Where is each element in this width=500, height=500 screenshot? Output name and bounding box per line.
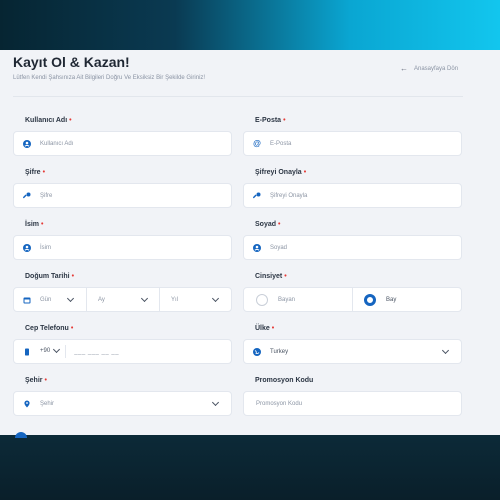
- city-value: Şehir: [40, 400, 55, 407]
- password-label: Şifre •: [25, 169, 46, 176]
- user-icon: [23, 139, 31, 148]
- chevron-down-icon: [441, 346, 450, 354]
- map-pin-icon: [23, 400, 31, 408]
- gender-male-option[interactable]: Bay: [353, 288, 461, 311]
- password-confirm-field[interactable]: Şifreyi Onayla: [243, 183, 462, 208]
- city-select[interactable]: Şehir: [13, 391, 232, 416]
- promo-code-label: Promosyon Kodu: [255, 377, 314, 384]
- arrow-left-icon: ←: [400, 64, 408, 73]
- gender-female-option[interactable]: Bayan: [244, 288, 353, 311]
- background-top: [0, 0, 500, 50]
- chevron-down-icon: [53, 346, 61, 354]
- partial-radio-icon: [15, 432, 27, 438]
- globe-icon: [253, 347, 261, 356]
- key-icon: [23, 192, 31, 200]
- phone-field: +90 ___ ___ __ __: [13, 339, 232, 364]
- email-input[interactable]: E-Posta: [270, 141, 291, 147]
- birth-day-select[interactable]: Gün: [14, 288, 87, 311]
- calendar-icon: [23, 296, 31, 304]
- last-name-field[interactable]: Soyad: [243, 235, 462, 260]
- user-icon: [253, 243, 261, 252]
- password-confirm-input[interactable]: Şifreyi Onayla: [270, 193, 307, 199]
- first-name-input[interactable]: İsim: [40, 245, 51, 251]
- chevron-down-icon: [211, 398, 220, 406]
- phone-label: Cep Telefonu •: [25, 325, 74, 332]
- phone-icon: [23, 348, 31, 356]
- birth-year-select[interactable]: Yıl: [160, 288, 231, 311]
- birth-year-value: Yıl: [171, 296, 179, 303]
- page-subtitle: Lütfen Kendi Şahsınıza Ait Bilgileri Doğ…: [13, 75, 206, 81]
- promo-code-input[interactable]: Promosyon Kodu: [256, 401, 302, 407]
- email-field[interactable]: @ E-Posta: [243, 131, 462, 156]
- city-label: Şehir •: [25, 377, 47, 384]
- country-select[interactable]: Turkey: [243, 339, 462, 364]
- back-to-home-link[interactable]: ← Anasayfaya Dön: [400, 64, 458, 73]
- gender-female-radio[interactable]: [256, 293, 268, 306]
- user-icon: [23, 243, 31, 252]
- header-divider: [13, 96, 463, 97]
- phone-input[interactable]: ___ ___ __ __: [74, 349, 119, 355]
- birth-date-field: Gün Ay Yıl: [13, 287, 232, 312]
- chevron-down-icon: [66, 294, 75, 302]
- key-icon: [253, 192, 261, 200]
- gender-field: Bayan Bay: [243, 287, 462, 312]
- registration-panel: Kayıt Ol & Kazan! Lütfen Kendi Şahsınıza…: [0, 50, 500, 435]
- birth-day-value: Gün: [40, 296, 52, 303]
- birth-date-label: Doğum Tarihi •: [25, 273, 75, 280]
- phone-country-code: +90: [40, 348, 51, 355]
- username-field[interactable]: Kullanıcı Adı: [13, 131, 232, 156]
- page-title: Kayıt Ol & Kazan!: [13, 54, 130, 70]
- at-icon: @: [253, 139, 261, 148]
- country-label: Ülke •: [255, 325, 275, 332]
- email-label: E-Posta •: [255, 117, 286, 124]
- back-to-home-label: Anasayfaya Dön: [414, 65, 459, 72]
- gender-male-radio[interactable]: [364, 293, 376, 306]
- phone-country-code-select[interactable]: +90: [40, 344, 67, 359]
- birth-month-value: Ay: [98, 296, 105, 303]
- birth-month-select[interactable]: Ay: [87, 288, 160, 311]
- country-value: Turkey: [270, 348, 289, 355]
- chevron-down-icon: [211, 294, 220, 302]
- username-label: Kullanıcı Adı •: [25, 117, 72, 124]
- last-name-input[interactable]: Soyad: [270, 245, 287, 251]
- password-input[interactable]: Şifre: [40, 193, 52, 199]
- background-bottom: [0, 435, 500, 500]
- first-name-label: İsim •: [25, 221, 44, 228]
- password-confirm-label: Şifreyi Onayla •: [255, 169, 307, 176]
- chevron-down-icon: [140, 294, 149, 302]
- gender-label: Cinsiyet •: [255, 273, 287, 280]
- first-name-field[interactable]: İsim: [13, 235, 232, 260]
- password-field[interactable]: Şifre: [13, 183, 232, 208]
- last-name-label: Soyad •: [255, 221, 281, 228]
- username-input[interactable]: Kullanıcı Adı: [40, 141, 73, 147]
- gender-male-label: Bay: [386, 296, 397, 303]
- gender-female-label: Bayan: [278, 296, 296, 303]
- promo-code-field[interactable]: Promosyon Kodu: [243, 391, 462, 416]
